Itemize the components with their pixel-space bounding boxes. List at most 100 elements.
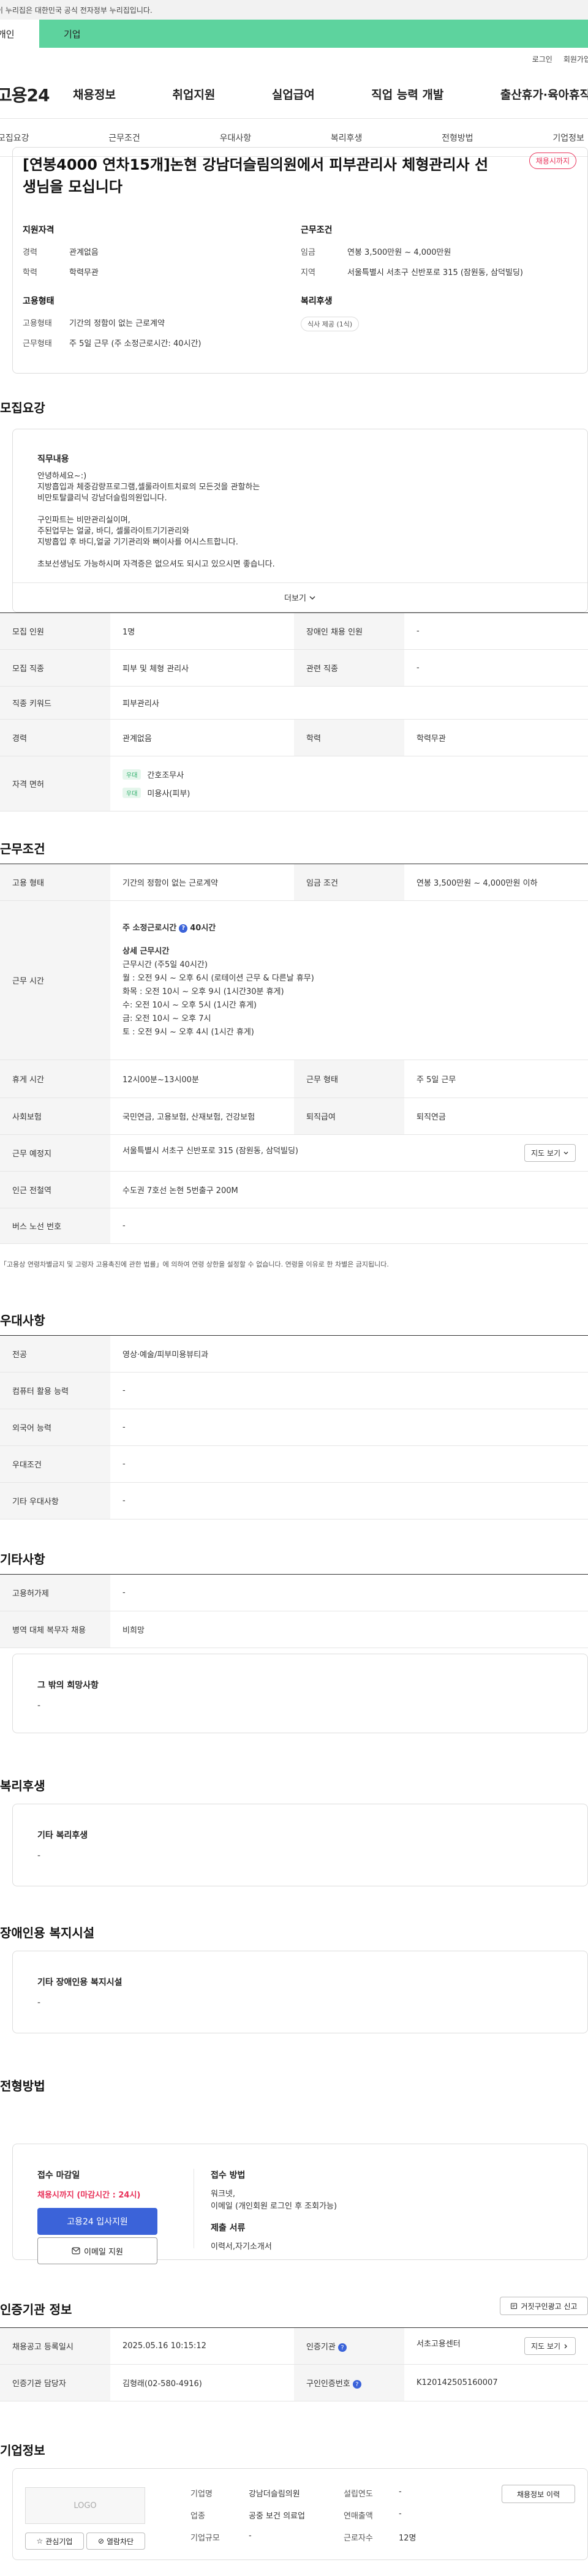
interest-company-button[interactable]: ☆ 관심기업 <box>25 2533 84 2550</box>
table-row: 우대조건 - <box>0 1445 588 1483</box>
cert-num-key: 구인인증번호 ? <box>294 2364 404 2401</box>
gnb-item-maternity-leave[interactable]: 출산휴가·육아휴직 <box>500 86 588 102</box>
gnb-item-employment-support[interactable]: 취업지원 <box>172 86 215 102</box>
gnb-item-unemployment-benefit[interactable]: 실업급여 <box>272 86 315 102</box>
cert-org-cell: 서초고용센터 지도 보기 <box>404 2327 588 2365</box>
table-row: 인증기관 담당자 김형래(02-580-4916) 구인인증번호 ? K1201… <box>0 2364 588 2401</box>
apply-button[interactable]: 고용24 입사지원 <box>37 2208 157 2235</box>
gnb-item-vocational-training[interactable]: 직업 능력 개발 <box>371 86 443 102</box>
company-logo-placeholder: LOGO <box>25 2487 145 2524</box>
site-logo[interactable]: 고용24 <box>0 82 73 107</box>
hours-line: 근무시간 (주5일 40시간) <box>123 960 208 970</box>
section-nav-process[interactable]: 전형방법 <box>442 132 473 144</box>
table-key: 모집 직종 <box>0 649 110 687</box>
age-discrimination-note: 「고용상 연령차별금지 및 고령자 고용촉진에 관한 법률」에 의하여 연령 상… <box>0 1260 389 1268</box>
table-key: 전공 <box>0 1335 110 1373</box>
other-wishes-value: - <box>37 1701 41 1711</box>
email-apply-button[interactable]: 이메일 지원 <box>37 2237 157 2264</box>
section-nav-pref[interactable]: 우대사항 <box>220 132 252 144</box>
recruit-section-title: 모집요강 <box>0 401 45 415</box>
map-button[interactable]: 지도 보기 <box>524 1144 576 1162</box>
license-item: 우대 미용사(피부) <box>123 784 576 802</box>
summary-key: 임금 <box>301 248 315 257</box>
table-row: 모집 직종 피부 및 체형 관리사 관련 직종 - <box>0 649 588 687</box>
tab-personal[interactable]: 개인 <box>0 20 39 48</box>
table-key: 인근 전철역 <box>0 1171 110 1208</box>
disability-card-heading: 기타 장애인용 복지시설 <box>37 1978 123 1987</box>
workplace-cell: 서울특별시 서초구 신반포로 315 (잠원동, 삼덕빌딩) 지도 보기 <box>110 1134 588 1172</box>
method-value-2: 이메일 (개인회원 로그인 후 조회가능) <box>211 2202 337 2211</box>
table-key: 학력 <box>294 719 404 756</box>
table-row: 고용 형태 기간의 정함이 없는 근로계약 임금 조건 연봉 3,500만원 ~… <box>0 864 588 901</box>
cert-org-key: 인증기관 ? <box>294 2327 404 2365</box>
table-value: - <box>404 649 588 687</box>
info-value: 12명 <box>399 2534 417 2543</box>
more-button[interactable]: 더보기 <box>13 582 587 612</box>
info-key: 업종 <box>190 2512 205 2521</box>
welfare-block: 복리후생 식사 제공 (1식) <box>301 295 360 331</box>
table-row: 고용허가제 - <box>0 1574 588 1611</box>
gov-banner-text: 이 누리집은 대한민국 공식 전자정부 누리집입니다. <box>0 6 153 15</box>
block-icon: ⊘ <box>97 2537 104 2545</box>
info-key: 연매출액 <box>344 2512 373 2521</box>
license-list: 우대 간호조무사 우대 미용사(피부) <box>110 756 588 812</box>
info-value: 강남더슬림의원 <box>249 2490 300 2499</box>
info-icon[interactable]: ? <box>337 2343 347 2352</box>
process-card: 접수 마감일 채용시까지 (마감시간 : 24시) 고용24 입사지원 이메일 … <box>12 2144 588 2264</box>
table-row: 전공 영상·예술/피부미용뷰티과 <box>0 1335 588 1373</box>
other-wishes-heading: 그 밖의 희망사항 <box>37 1681 99 1690</box>
table-key: 컴퓨터 활용 능력 <box>0 1372 110 1409</box>
table-value: - <box>110 1409 588 1446</box>
table-key: 외국어 능력 <box>0 1409 110 1446</box>
table-key: 퇴직급여 <box>294 1098 404 1135</box>
summary-value: 학력무관 <box>69 268 99 277</box>
section-nav-welfare[interactable]: 복리후생 <box>331 132 363 144</box>
employment-block: 고용형태 고용형태 기간의 정함이 없는 근로계약 근무형태 주 5일 근무 (주 … <box>23 295 201 357</box>
deadline-badge: 채용시까지 <box>529 153 576 169</box>
section-nav-recruit[interactable]: 모집요강 <box>0 132 29 144</box>
license-item: 우대 간호조무사 <box>123 766 576 784</box>
table-value: 12시00분~13시00분 <box>110 1060 294 1098</box>
table-key: 근무 예정지 <box>0 1134 110 1172</box>
job-history-button[interactable]: 채용정보 이력 <box>502 2485 575 2503</box>
info-icon[interactable]: ? <box>179 924 188 933</box>
info-icon[interactable]: ? <box>352 2380 361 2389</box>
utility-links: 로그인 회원가입 <box>0 48 588 70</box>
info-key: 기업규모 <box>190 2534 220 2543</box>
user-type-tabs: 개인 기업 <box>0 20 588 48</box>
disability-section-title: 장애인용 복지시설 <box>0 1926 95 1940</box>
table-value: 2025.05.16 10:15:12 <box>110 2327 294 2365</box>
welfare-tag: 식사 제공 (1식) <box>301 317 360 331</box>
recruit-table: 모집 인원 1명 장애인 채용 인원 - 모집 직종 피부 및 체형 관리사 관… <box>0 612 588 812</box>
login-link[interactable]: 로그인 <box>532 54 552 64</box>
gnb-item-jobs[interactable]: 채용정보 <box>73 86 116 102</box>
table-value: 학력무관 <box>404 719 588 756</box>
process-section-title: 전형방법 <box>0 2079 45 2093</box>
deadline-value: 채용시까지 (마감시간 : 24시) <box>37 2191 141 2200</box>
table-key: 장애인 채용 인원 <box>294 612 404 650</box>
section-nav-work[interactable]: 근무조건 <box>108 132 140 144</box>
hours-line: 월 : 오전 9시 ~ 오후 6시 (로테이션 근무 & 다른날 휴무) <box>123 973 314 983</box>
disability-card-value: - <box>37 1998 41 2008</box>
table-key: 병역 대체 복무자 채용 <box>0 1611 110 1648</box>
tab-company[interactable]: 기업 <box>39 20 588 48</box>
cert-map-button[interactable]: 지도 보기 <box>524 2337 576 2355</box>
table-key: 모집 인원 <box>0 612 110 650</box>
table-value: 기간의 정함이 없는 근로계약 <box>110 864 294 901</box>
table-value: 영상·예술/피부미용뷰티과 <box>110 1335 588 1373</box>
signup-link[interactable]: 회원가입 <box>564 54 588 64</box>
block-view-button[interactable]: ⊘ 열람차단 <box>86 2533 145 2550</box>
work-table: 고용 형태 기간의 정함이 없는 근로계약 임금 조건 연봉 3,500만원 ~… <box>0 864 588 1244</box>
info-value: - <box>399 2487 402 2496</box>
info-value: 공중 보건 의료업 <box>249 2512 305 2521</box>
page: 이 누리집은 대한민국 공식 전자정부 누리집입니다. 개인 기업 로그인 회원… <box>0 0 588 2576</box>
section-nav-company[interactable]: 기업정보 <box>552 132 584 144</box>
table-row: 직종 키워드 피부관리사 <box>0 686 588 720</box>
work-section-title: 근무조건 <box>0 842 45 856</box>
pref-table: 전공 영상·예술/피부미용뷰티과 컴퓨터 활용 능력 - 외국어 능력 - 우대조건 -… <box>0 1335 588 1520</box>
report-button[interactable]: 거짓구인광고 신고 <box>500 2297 588 2315</box>
global-nav: 고용24 채용정보 취업지원 실업급여 직업 능력 개발 출산휴가·육아휴직 <box>0 70 588 119</box>
hours-line: 화목 : 오전 10시 ~ 오후 9시 (1시간30분 휴게) <box>123 987 284 996</box>
job-description-card: 직무내용 안녕하세요~:) 지방흡입과 체중감량프로그램,셀룰라이트치료의 모든… <box>12 429 588 612</box>
deadline-heading: 접수 마감일 <box>37 2171 80 2180</box>
